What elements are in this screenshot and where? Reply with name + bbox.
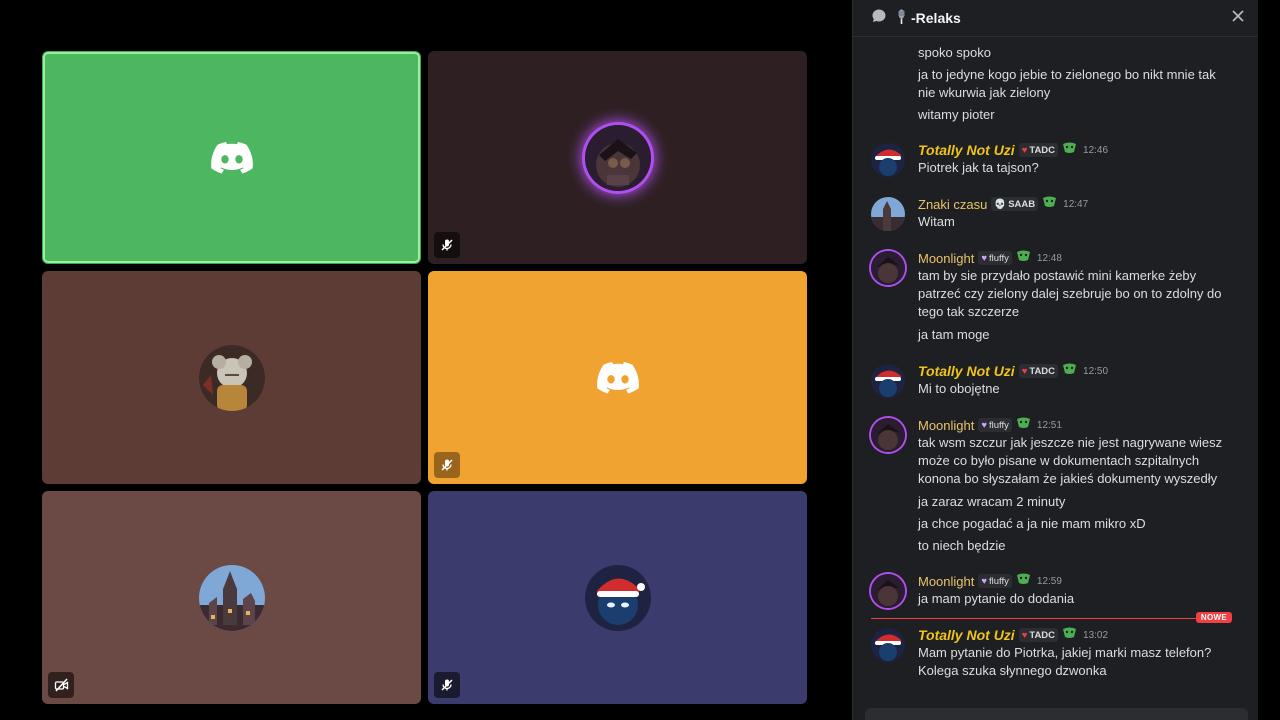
camera-off-icon	[48, 672, 74, 698]
avatar[interactable]	[871, 574, 905, 608]
mic-muted-icon	[434, 232, 460, 258]
discord-logo-icon	[210, 141, 253, 174]
heart-icon: ♥	[1021, 629, 1028, 641]
message-line: Piotrek jak ta tajson?	[918, 160, 1039, 175]
timestamp: 13:02	[1083, 629, 1109, 641]
discord-logo-icon	[596, 361, 639, 394]
participant-tile-6[interactable]	[428, 491, 807, 704]
mask-badge-icon	[1016, 249, 1031, 267]
microphone-emoji-icon	[895, 9, 908, 28]
heart-icon: ♥	[1021, 365, 1028, 377]
message-line: to niech będzie	[918, 538, 1006, 553]
timestamp: 12:51	[1036, 419, 1062, 431]
mic-muted-icon	[434, 672, 460, 698]
message-header: Moonlight ♥ fluffy 12:48	[918, 249, 1062, 267]
timestamp: 12:48	[1036, 252, 1062, 264]
message-header: Totally Not Uzi ♥ TADC 12:46	[918, 141, 1108, 159]
chat-header: -Relaks	[853, 0, 1258, 37]
message-line: ja mam pytanie do dodania	[918, 591, 1075, 606]
channel-title: -Relaks	[895, 9, 961, 28]
participant-avatar	[198, 344, 265, 411]
close-icon[interactable]	[1232, 9, 1244, 27]
mask-badge-icon	[1016, 416, 1031, 434]
message-line: ja chce pogadać a ja nie mam mikro xD	[918, 516, 1146, 531]
heart-icon: ♥	[981, 575, 988, 587]
timestamp: 12:50	[1083, 365, 1109, 377]
heart-icon: ♥	[981, 419, 988, 431]
message-line: spoko spoko	[918, 45, 991, 60]
message-line: ja to jedyne kogo jebie to zielonego bo …	[918, 67, 1216, 100]
chat-panel: -Relaks spoko spoko ja to jedyne kogo je…	[852, 0, 1258, 720]
message-input[interactable]	[865, 708, 1248, 720]
heart-icon: ♥	[981, 252, 988, 264]
participant-tile-2[interactable]	[428, 51, 807, 264]
new-messages-divider	[871, 618, 1232, 619]
message-line: tam by sie przydało postawić mini kamerk…	[918, 268, 1222, 319]
avatar[interactable]	[871, 364, 905, 398]
message-line: ja zaraz wracam 2 minuty	[918, 494, 1066, 509]
participant-avatar	[198, 564, 265, 631]
chat-bubble-icon	[871, 8, 887, 29]
message-line: ja tam moge	[918, 327, 990, 342]
mask-badge-icon	[1016, 572, 1031, 590]
participant-tile-5[interactable]	[42, 491, 421, 704]
username[interactable]: Totally Not Uzi	[918, 363, 1015, 379]
mask-badge-icon	[1042, 195, 1057, 213]
username[interactable]: Moonlight	[918, 574, 974, 589]
participant-tile-3[interactable]	[42, 271, 421, 484]
new-messages-badge: NOWE	[1195, 612, 1232, 623]
username[interactable]: Moonlight	[918, 418, 974, 433]
mask-badge-icon	[1062, 141, 1077, 159]
participant-tile-4[interactable]	[428, 271, 807, 484]
message-line: witamy pioter	[918, 107, 995, 122]
heart-icon: ♥	[1021, 144, 1028, 156]
username[interactable]: Totally Not Uzi	[918, 627, 1015, 643]
guild-tag: ♥ fluffy	[978, 574, 1012, 588]
timestamp: 12:59	[1036, 575, 1062, 587]
guild-tag: 💀 SAAB	[991, 197, 1039, 211]
guild-tag: ♥ TADC	[1018, 364, 1059, 378]
avatar[interactable]	[871, 628, 905, 662]
mic-muted-icon	[434, 452, 460, 478]
guild-tag: ♥ TADC	[1018, 628, 1059, 642]
participant-avatar	[584, 124, 651, 191]
message-list: spoko spoko ja to jedyne kogo jebie to z…	[853, 38, 1258, 720]
mask-badge-icon	[1062, 362, 1077, 380]
avatar[interactable]	[871, 251, 905, 285]
message-header: Znaki czasu 💀 SAAB 12:47	[918, 195, 1088, 213]
message-line: Witam	[918, 214, 955, 229]
message-header: Totally Not Uzi ♥ TADC 13:02	[918, 626, 1108, 644]
video-grid	[0, 0, 852, 720]
participant-tile-1[interactable]	[42, 51, 421, 264]
username[interactable]: Moonlight	[918, 251, 974, 266]
avatar[interactable]	[871, 418, 905, 452]
channel-name: -Relaks	[911, 10, 961, 26]
message-line: tak wsm szczur jak jeszcze nie jest nagr…	[918, 435, 1223, 486]
timestamp: 12:46	[1083, 144, 1109, 156]
message-line: Mi to obojętne	[918, 381, 1000, 396]
guild-tag: ♥ fluffy	[978, 251, 1012, 265]
participant-avatar	[584, 564, 651, 631]
mask-badge-icon	[1062, 626, 1077, 644]
timestamp: 12:47	[1063, 198, 1089, 210]
avatar[interactable]	[871, 197, 905, 231]
avatar[interactable]	[871, 143, 905, 177]
guild-tag: ♥ fluffy	[978, 418, 1012, 432]
message-header: Moonlight ♥ fluffy 12:51	[918, 416, 1062, 434]
guild-tag: ♥ TADC	[1018, 143, 1059, 157]
username[interactable]: Znaki czasu	[918, 197, 987, 212]
skull-icon: 💀	[994, 198, 1007, 210]
message-header: Totally Not Uzi ♥ TADC 12:50	[918, 362, 1108, 380]
message-line: Mam pytanie do Piotrka, jakiej marki mas…	[918, 645, 1212, 678]
message-header: Moonlight ♥ fluffy 12:59	[918, 572, 1062, 590]
username[interactable]: Totally Not Uzi	[918, 142, 1015, 158]
